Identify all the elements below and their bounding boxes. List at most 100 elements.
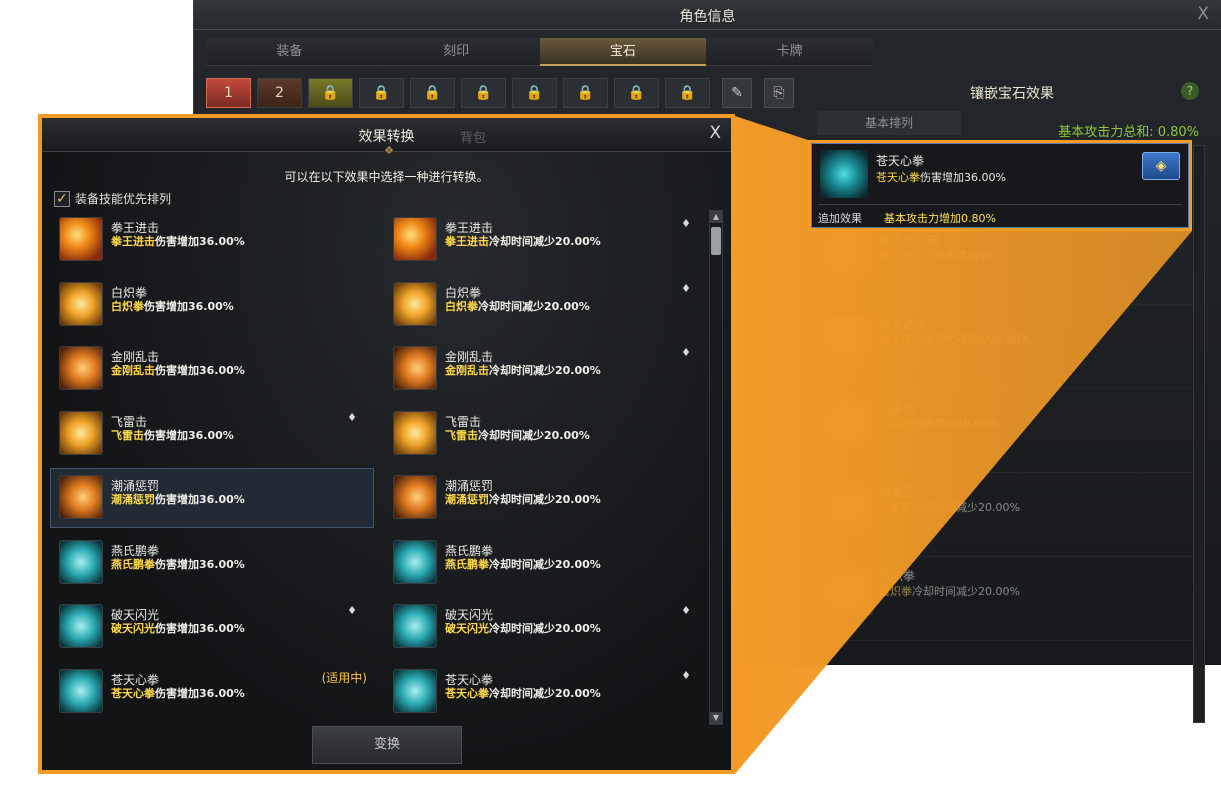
effect-text: 伤害增加36.00% <box>920 171 1006 184</box>
skill-effect: 潮涌惩罚冷却时间减少20.00% <box>445 491 601 507</box>
lock-icon[interactable]: 🔒 <box>461 78 506 108</box>
effect-option[interactable]: 拳王进击 拳王进击冷却时间减少20.00% ♦ <box>384 210 708 270</box>
skill-icon <box>393 281 437 326</box>
list-item[interactable]: 飞雷击 飞雷击伤害增加40.00% <box>817 389 1192 473</box>
skill-icon <box>393 668 437 713</box>
skill-name-highlight: 白炽拳 <box>445 299 478 313</box>
window-close-button[interactable]: X <box>1197 4 1209 24</box>
effect-text: 伤害增加40... <box>934 249 1003 262</box>
help-icon[interactable]: ? <box>1181 82 1199 100</box>
skill-icon <box>393 475 437 519</box>
effect-text: 伤害增加36.00% <box>155 557 245 571</box>
skill-name: 拳王十二式 <box>879 233 940 247</box>
lock-icon[interactable]: 🔒 <box>359 78 404 108</box>
scroll-up-icon[interactable]: ▲ <box>710 211 722 223</box>
gem-card-body: 苍天心拳 苍天心拳伤害增加36.00% ◈ 追加效果 基本攻击力增加0.80% <box>811 143 1189 228</box>
skill-icon <box>825 231 873 279</box>
effect-text: 冷却时间减少20.00% <box>912 585 1020 598</box>
window-title: 角色信息 <box>679 9 736 25</box>
effect-option[interactable]: 破天闪光 破天闪光伤害增加36.00% ♦ <box>50 597 374 657</box>
tab-engraving[interactable]: 刻印 <box>372 38 540 66</box>
edit-icon[interactable]: ✎ <box>722 78 752 108</box>
gem-icon: ♦ <box>681 668 691 682</box>
lock-icon[interactable]: 🔒 <box>665 78 710 108</box>
gem-convert-button[interactable]: ◈ <box>1142 152 1180 180</box>
effect-option[interactable]: 潮涌惩罚 潮涌惩罚伤害增加36.00% <box>50 468 374 528</box>
effect-option[interactable]: 破天闪光 破天闪光冷却时间减少20.00% ♦ <box>384 597 708 657</box>
lock-icon[interactable]: 🔒 <box>410 78 455 108</box>
effect-option[interactable]: 燕氏鹏拳 燕氏鹏拳冷却时间减少20.00% <box>384 533 708 593</box>
checkbox[interactable]: ✓ <box>54 190 70 207</box>
scroll-down-icon[interactable]: ▼ <box>710 712 722 724</box>
extra-effect-value: 基本攻击力增加0.80% <box>884 212 996 225</box>
sort-dropdown[interactable]: 基本排列 <box>817 111 961 135</box>
effect-option[interactable]: 飞雷击 飞雷击冷却时间减少20.00% <box>384 404 708 464</box>
effect-option[interactable]: 金刚乱击 金刚乱击伤害增加36.00% <box>50 339 374 399</box>
list-item[interactable]: 白炽拳 白炽拳冷却时间减少20.00% <box>817 557 1192 641</box>
skill-icon <box>59 539 103 584</box>
skill-name-highlight: 白炽拳 <box>879 585 912 598</box>
preset-slot-1[interactable]: 1 <box>206 78 251 108</box>
lock-icon[interactable]: 🔒 <box>512 78 557 108</box>
skill-effect: 苍天心拳冷却时间减少20.00% <box>445 685 601 701</box>
gem-effect-list: 拳王十二式 拳王十二式伤害增加40... 拳王进击 拳王进击冷却时间减少20.0… <box>817 221 1192 641</box>
effect-option[interactable]: 潮涌惩罚 潮涌惩罚冷却时间减少20.00% <box>384 468 708 528</box>
dialog-close-button[interactable]: X <box>709 123 721 143</box>
effect-option[interactable]: 燕氏鹏拳 燕氏鹏拳伤害增加36.00% <box>50 533 374 593</box>
lock-icon[interactable]: 🔒 <box>563 78 608 108</box>
gem-icon: ♦ <box>681 281 691 295</box>
dialog-body: 效果转换 背包 X ❖ 可以在以下效果中选择一种进行转换。 ✓ 装备技能优先排列… <box>42 118 731 770</box>
skill-name-highlight: 燕氏鹏拳 <box>445 557 489 571</box>
list-item[interactable]: 拳王十二式 拳王十二式伤害增加40... <box>817 221 1192 305</box>
skill-effect: 白炽拳伤害增加36.00% <box>111 298 234 314</box>
effect-option[interactable]: 拳王进击 拳王进击伤害增加36.00% <box>50 210 374 270</box>
skill-effect: 白炽拳冷却时间减少20.00% <box>445 298 590 314</box>
skill-name-highlight: 苍天心拳 <box>876 171 920 184</box>
divider <box>818 204 1182 205</box>
priority-sort-toggle[interactable]: ✓ 装备技能优先排列 <box>54 190 171 207</box>
skill-icon <box>59 217 103 261</box>
effect-text: 伤害增加36.00% <box>155 686 245 700</box>
skill-name-highlight: 破天闪光 <box>111 622 155 635</box>
scrollbar[interactable]: ▲ ▼ <box>709 210 723 725</box>
tab-gems[interactable]: 宝石 <box>539 38 707 66</box>
effect-text: 伤害增加36.00% <box>155 235 245 248</box>
effect-option[interactable]: 白炽拳 白炽拳冷却时间减少20.00% ♦ <box>384 275 708 335</box>
effect-option[interactable]: 飞雷击 飞雷击伤害增加36.00% ♦ <box>50 404 374 464</box>
skill-effect: 金刚乱击伤害增加36.00% <box>111 362 245 378</box>
skill-icon <box>59 668 103 713</box>
extra-effect-label: 追加效果 <box>818 212 862 225</box>
dialog-instruction: 可以在以下效果中选择一种进行转换。 <box>284 170 489 184</box>
lock-icon[interactable]: 🔒 <box>308 78 353 108</box>
checkbox-label: 装备技能优先排列 <box>75 192 172 206</box>
effect-option[interactable]: 苍天心拳 苍天心拳伤害增加36.00% (适用中) <box>50 662 374 722</box>
gem-icon: ♦ <box>681 217 691 230</box>
gem-convert-icon: ◈ <box>1155 158 1167 174</box>
gem-icon: ♦ <box>681 346 691 359</box>
convert-button[interactable]: 变换 <box>312 726 462 764</box>
effect-option[interactable]: 白炽拳 白炽拳伤害增加36.00% <box>50 275 374 335</box>
effect-text: 冷却时间减少20.00% <box>489 622 601 635</box>
scroll-thumb[interactable] <box>711 227 721 255</box>
skill-name-highlight: 苍天心拳 <box>445 686 489 700</box>
tab-equipment[interactable]: 装备 <box>206 38 373 66</box>
effect-option[interactable]: 金刚乱击 金刚乱击冷却时间减少20.00% ♦ <box>384 339 708 399</box>
skill-name-highlight: 拳王进击 <box>111 235 155 248</box>
list-item[interactable]: 拳王进击 拳王进击冷却时间减少20.00% <box>817 305 1192 389</box>
skill-name-highlight: 飞雷击 <box>445 428 478 442</box>
skill-effect: 飞雷击冷却时间减少20.00% <box>445 427 590 443</box>
skill-name-highlight: 破天闪光 <box>445 622 489 635</box>
list-item[interactable]: 流星坠 流星坠冷却时间减少20.00% <box>817 473 1192 557</box>
preset-slot-2[interactable]: 2 <box>257 78 302 108</box>
status-badge: (适用中) <box>321 670 367 685</box>
skill-effect: 金刚乱击冷却时间减少20.00% <box>445 362 601 378</box>
skill-icon <box>825 399 873 447</box>
scrollbar[interactable] <box>1193 145 1205 723</box>
effect-option[interactable]: 苍天心拳 苍天心拳冷却时间减少20.00% ♦ <box>384 662 708 722</box>
effect-options-grid: 拳王进击 拳王进击伤害增加36.00% 拳王进击 拳王进击冷却时间减少20.00% ♦ 白… <box>50 210 708 725</box>
ornament-icon: ❖ <box>384 144 394 157</box>
skill-effect: 苍天心拳伤害增加36.00% <box>111 685 245 701</box>
apply-preset-icon[interactable]: ⎘ <box>764 78 794 108</box>
lock-icon[interactable]: 🔒 <box>614 78 659 108</box>
tab-cards[interactable]: 卡牌 <box>706 38 873 66</box>
